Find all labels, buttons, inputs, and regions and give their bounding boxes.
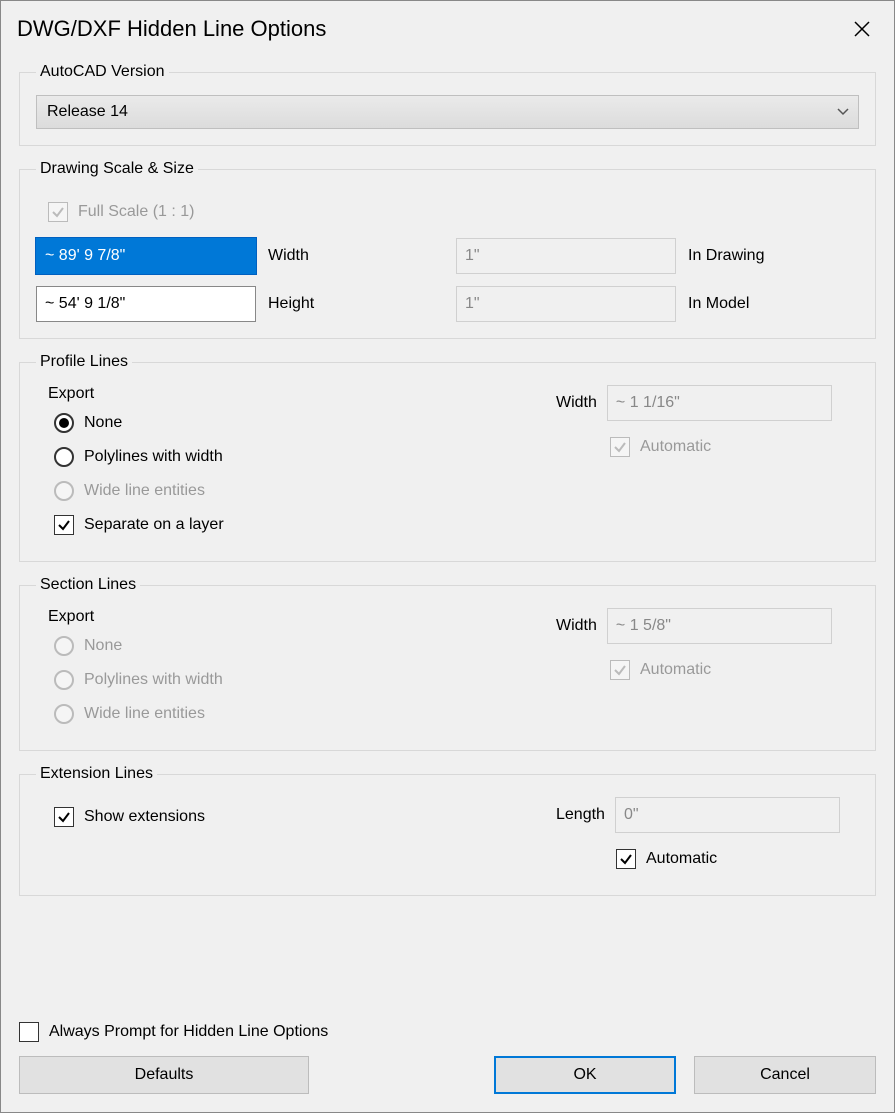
extension-length-label: Length (556, 806, 605, 824)
profile-radio-none-row[interactable]: None (54, 409, 556, 437)
section-radio-none-row: None (54, 632, 556, 660)
always-prompt-checkbox[interactable] (19, 1022, 39, 1042)
section-legend: Section Lines (36, 576, 140, 594)
titlebar: DWG/DXF Hidden Line Options (1, 1, 894, 57)
group-section-lines: Section Lines Export None Polylines with… (19, 576, 876, 751)
full-scale-label: Full Scale (1 : 1) (78, 203, 194, 221)
section-radio-wideline-row: Wide line entities (54, 700, 556, 728)
ok-button[interactable]: OK (494, 1056, 676, 1094)
check-icon (57, 518, 71, 532)
height-label: Height (268, 295, 314, 313)
full-scale-checkbox (48, 202, 68, 222)
check-icon (57, 810, 71, 824)
extension-automatic-row[interactable]: Automatic (616, 845, 859, 873)
autocad-legend: AutoCAD Version (36, 63, 169, 81)
section-automatic-checkbox (610, 660, 630, 680)
defaults-button[interactable]: Defaults (19, 1056, 309, 1094)
always-prompt-label: Always Prompt for Hidden Line Options (49, 1023, 328, 1041)
profile-wideline-label: Wide line entities (84, 482, 205, 500)
group-autocad-version: AutoCAD Version Release 14 (19, 63, 876, 146)
check-icon (51, 205, 65, 219)
in-model-label: In Model (688, 295, 749, 313)
extension-length-input: 0" (615, 797, 840, 833)
check-icon (619, 852, 633, 866)
extension-show-checkbox[interactable] (54, 807, 74, 827)
check-icon (613, 663, 627, 677)
profile-export-label: Export (36, 385, 556, 403)
section-width-input: ~ 1 5/8" (607, 608, 832, 644)
scale-legend: Drawing Scale & Size (36, 160, 198, 178)
height-input[interactable]: ~ 54' 9 1/8" (36, 286, 256, 322)
width-label: Width (268, 247, 309, 265)
section-export-label: Export (36, 608, 556, 626)
profile-radio-none[interactable] (54, 413, 74, 433)
section-radio-polylines-row: Polylines with width (54, 666, 556, 694)
section-polylines-label: Polylines with width (84, 671, 223, 689)
chevron-down-icon (837, 103, 849, 121)
full-scale-checkbox-row: Full Scale (1 : 1) (36, 198, 859, 226)
profile-automatic-checkbox (610, 437, 630, 457)
section-automatic-label: Automatic (640, 661, 711, 679)
section-radio-polylines (54, 670, 74, 690)
extension-show-label: Show extensions (84, 808, 205, 826)
group-drawing-scale: Drawing Scale & Size Full Scale (1 : 1) … (19, 160, 876, 339)
section-wideline-label: Wide line entities (84, 705, 205, 723)
extension-automatic-checkbox[interactable] (616, 849, 636, 869)
extension-automatic-label: Automatic (646, 850, 717, 868)
group-extension-lines: Extension Lines Show extensions Length 0… (19, 765, 876, 896)
dialog-title: DWG/DXF Hidden Line Options (17, 16, 326, 42)
profile-width-input: ~ 1 1/16" (607, 385, 832, 421)
profile-legend: Profile Lines (36, 353, 132, 371)
profile-radio-polylines-row[interactable]: Polylines with width (54, 443, 556, 471)
section-automatic-row: Automatic (610, 656, 859, 684)
profile-automatic-label: Automatic (640, 438, 711, 456)
extension-show-row[interactable]: Show extensions (36, 803, 556, 831)
in-model-input: 1" (456, 286, 676, 322)
in-drawing-label: In Drawing (688, 247, 764, 265)
profile-radio-wideline (54, 481, 74, 501)
always-prompt-row[interactable]: Always Prompt for Hidden Line Options (19, 1022, 876, 1042)
in-drawing-input: 1" (456, 238, 676, 274)
profile-none-label: None (84, 414, 122, 432)
cancel-button[interactable]: Cancel (694, 1056, 876, 1094)
check-icon (613, 440, 627, 454)
profile-radio-wideline-row: Wide line entities (54, 477, 556, 505)
section-radio-wideline (54, 704, 74, 724)
profile-separate-label: Separate on a layer (84, 516, 224, 534)
close-button[interactable] (842, 9, 882, 49)
profile-separate-checkbox[interactable] (54, 515, 74, 535)
profile-width-label: Width (556, 394, 597, 412)
profile-polylines-label: Polylines with width (84, 448, 223, 466)
profile-automatic-row: Automatic (610, 433, 859, 461)
section-radio-none (54, 636, 74, 656)
autocad-version-value: Release 14 (47, 103, 128, 121)
section-none-label: None (84, 637, 122, 655)
section-width-label: Width (556, 617, 597, 635)
close-icon (853, 20, 871, 38)
profile-radio-polylines[interactable] (54, 447, 74, 467)
dialog-window: DWG/DXF Hidden Line Options AutoCAD Vers… (0, 0, 895, 1113)
dialog-content: AutoCAD Version Release 14 Drawing Scale… (1, 57, 894, 1018)
dialog-footer: Always Prompt for Hidden Line Options De… (1, 1018, 894, 1112)
profile-separate-row[interactable]: Separate on a layer (54, 511, 556, 539)
group-profile-lines: Profile Lines Export None Polylines with… (19, 353, 876, 562)
button-row: Defaults OK Cancel (19, 1056, 876, 1094)
width-input[interactable]: ~ 89' 9 7/8" (36, 238, 256, 274)
extension-legend: Extension Lines (36, 765, 157, 783)
autocad-version-select[interactable]: Release 14 (36, 95, 859, 129)
